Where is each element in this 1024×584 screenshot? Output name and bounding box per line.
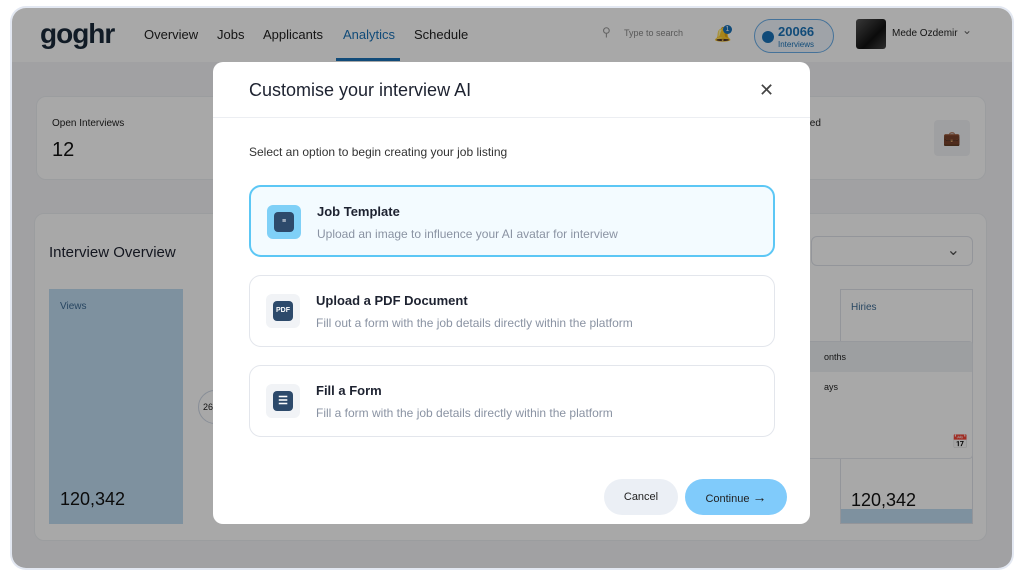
continue-button[interactable]: Continue → xyxy=(685,479,787,515)
list-icon: ☰ xyxy=(266,384,300,418)
option-desc: Upload an image to influence your AI ava… xyxy=(317,227,618,241)
document-icon: ≡ xyxy=(267,205,301,239)
arrow-right-icon: → xyxy=(752,489,767,505)
option-upload-pdf[interactable]: PDF Upload a PDF Document Fill out a for… xyxy=(249,275,775,347)
option-job-template[interactable]: ≡ Job Template Upload an image to influe… xyxy=(249,185,775,257)
pdf-icon-label: PDF xyxy=(273,301,293,321)
option-fill-form[interactable]: ☰ Fill a Form Fill a form with the job d… xyxy=(249,365,775,437)
continue-label: Continue xyxy=(705,493,750,505)
option-title: Upload a PDF Document xyxy=(316,293,468,308)
customise-ai-modal: Customise your interview AI ✕ Select an … xyxy=(213,62,810,524)
divider xyxy=(213,117,810,118)
pdf-icon: PDF xyxy=(266,294,300,328)
cancel-button[interactable]: Cancel xyxy=(604,479,678,515)
option-title: Job Template xyxy=(317,204,400,219)
option-title: Fill a Form xyxy=(316,383,382,398)
close-icon[interactable]: ✕ xyxy=(759,80,774,101)
option-desc: Fill out a form with the job details dir… xyxy=(316,316,633,330)
app-window: goghr Overview Jobs Applicants Analytics… xyxy=(12,8,1012,568)
modal-title: Customise your interview AI xyxy=(249,80,472,100)
modal-subtitle: Select an option to begin creating your … xyxy=(249,145,508,159)
option-desc: Fill a form with the job details directl… xyxy=(316,406,613,420)
